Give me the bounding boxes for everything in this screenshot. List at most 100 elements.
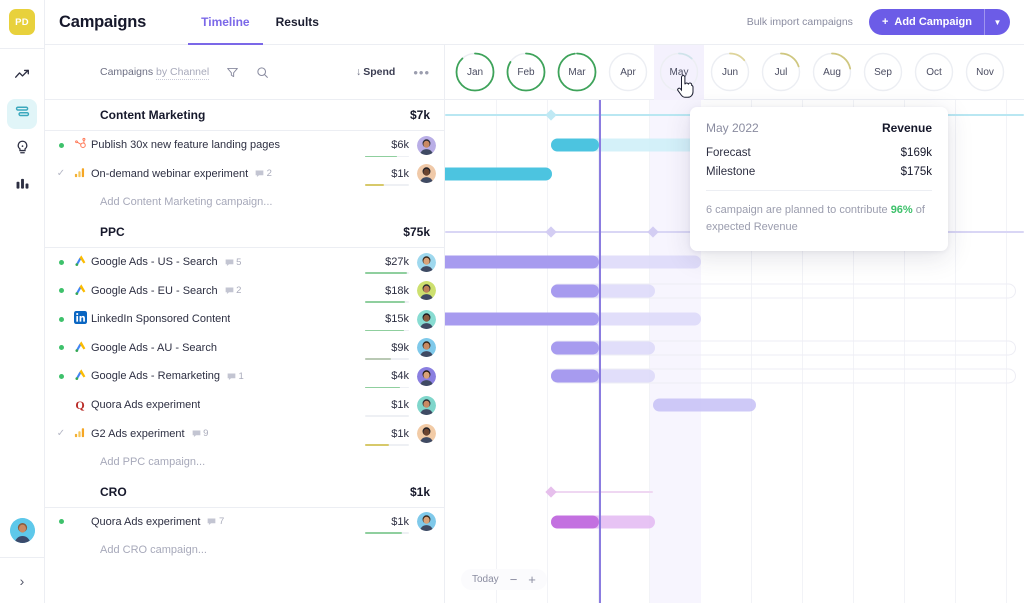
group-header[interactable]: Content Marketing $7k xyxy=(45,100,444,130)
month-apr[interactable]: Apr xyxy=(607,51,649,93)
rail-item-ideas[interactable] xyxy=(7,135,37,165)
campaign-row[interactable]: Google Ads - EU - Search 2 $18k xyxy=(45,276,444,305)
bulk-import-campaigns-link[interactable]: Bulk import campaigns xyxy=(747,16,853,28)
comment-icon xyxy=(227,373,236,381)
user-avatar[interactable] xyxy=(9,518,35,543)
month-nov[interactable]: Nov xyxy=(964,51,1006,93)
list-more-menu-icon[interactable]: ••• xyxy=(413,65,430,80)
app-header: Campaigns Timeline Results Bulk import c… xyxy=(45,0,1024,45)
chevron-down-icon[interactable]: ▼ xyxy=(984,9,1010,35)
campaign-row[interactable]: Publish 30x new feature landing pages $6… xyxy=(45,131,444,160)
assignee-avatar[interactable] xyxy=(417,424,436,444)
zoom-in-button[interactable]: + xyxy=(528,573,536,586)
campaign-bar-actual[interactable] xyxy=(551,369,599,383)
assignee-avatar[interactable] xyxy=(417,309,436,329)
tab-timeline[interactable]: Timeline xyxy=(188,0,264,45)
assignee-avatar[interactable] xyxy=(417,366,436,386)
milestone-diamond[interactable] xyxy=(545,226,557,238)
zoom-out-button[interactable]: − xyxy=(510,573,518,586)
tab-results[interactable]: Results xyxy=(263,0,332,45)
add-campaign-inline-row[interactable]: Add Content Marketing campaign... xyxy=(45,188,444,217)
tooltip-month: May 2022 xyxy=(706,121,759,135)
campaign-row[interactable]: Google Ads - US - Search 5 $27k xyxy=(45,248,444,277)
month-mar[interactable]: Mar xyxy=(556,51,598,93)
campaign-row[interactable]: ✓ G2 Ads experiment 9 $1k xyxy=(45,419,444,448)
assignee-avatar[interactable] xyxy=(417,135,436,155)
campaign-bar-actual[interactable] xyxy=(551,515,599,529)
tooltip-milestone-value: $175k xyxy=(900,166,932,178)
campaign-bar-projected[interactable] xyxy=(653,398,756,412)
campaign-bar-actual[interactable] xyxy=(445,167,552,181)
campaign-timeline-row xyxy=(445,248,1024,277)
assignee-avatar[interactable] xyxy=(417,395,436,415)
group-by-control[interactable]: Campaigns by Channel xyxy=(100,66,210,80)
month-header: Jan Feb Mar Apr May Jun Jul Aug Sep Oct … xyxy=(445,45,1024,100)
assignee-avatar[interactable] xyxy=(417,281,436,301)
row-channel xyxy=(69,368,91,384)
linkedin-icon xyxy=(73,311,87,327)
assignee-avatar[interactable] xyxy=(417,512,436,532)
campaign-bar-actual[interactable] xyxy=(551,341,599,355)
month-may[interactable]: May xyxy=(654,45,704,100)
group-header[interactable]: PPC $75k xyxy=(45,217,444,247)
month-sep[interactable]: Sep xyxy=(862,51,904,93)
comment-count[interactable]: 9 xyxy=(192,428,208,439)
lightbulb-icon xyxy=(14,139,31,161)
campaign-bar-actual[interactable] xyxy=(445,255,599,269)
add-campaign-group[interactable]: + Add Campaign ▼ xyxy=(868,9,1010,35)
group-header[interactable]: CRO $1k xyxy=(45,477,444,507)
rail-item-reports[interactable] xyxy=(7,171,37,201)
month-jan[interactable]: Jan xyxy=(454,51,496,93)
assignee-avatar[interactable] xyxy=(417,252,436,272)
comment-count[interactable]: 2 xyxy=(255,168,272,179)
month-jun[interactable]: Jun xyxy=(709,51,751,93)
rail-item-performance[interactable] xyxy=(7,63,37,93)
campaign-row[interactable]: Quora Ads experiment 7 $1k xyxy=(45,508,444,537)
campaign-bar-actual[interactable] xyxy=(445,312,599,326)
campaign-row[interactable]: ✓ On-demand webinar experiment 2 $1k xyxy=(45,160,444,189)
today-button[interactable]: Today xyxy=(472,574,499,585)
add-campaign-inline-row[interactable]: Add CRO campaign... xyxy=(45,536,444,565)
plus-icon: + xyxy=(881,16,889,28)
group-amount: $7k xyxy=(409,108,430,122)
sort-by-spend-button[interactable]: ↓ Spend xyxy=(356,66,395,78)
filter-icon[interactable] xyxy=(226,66,239,79)
campaign-bar-actual[interactable] xyxy=(551,138,599,152)
add-campaign-inline-row[interactable]: Add PPC campaign... xyxy=(45,448,444,477)
comment-count[interactable]: 1 xyxy=(227,371,244,382)
month-feb[interactable]: Feb xyxy=(505,51,547,93)
timeline-zoom-control[interactable]: Today − + xyxy=(461,569,547,590)
google-ads-icon xyxy=(74,340,87,356)
comment-count[interactable]: 2 xyxy=(225,285,241,296)
comment-count[interactable]: 5 xyxy=(225,257,241,268)
row-channel xyxy=(69,311,91,327)
assignee-avatar[interactable] xyxy=(417,164,436,184)
app-logo[interactable]: PD xyxy=(9,9,35,35)
month-jul[interactable]: Jul xyxy=(760,51,802,93)
group-amount: $75k xyxy=(403,224,430,239)
campaign-bar-actual[interactable] xyxy=(551,284,599,298)
month-aug[interactable]: Aug xyxy=(811,51,853,93)
milestone-diamond[interactable] xyxy=(647,226,659,238)
assignee-avatar[interactable] xyxy=(417,338,436,358)
add-campaign-button[interactable]: + Add Campaign xyxy=(869,9,984,35)
campaign-row[interactable]: Google Ads - AU - Search $9k xyxy=(45,334,444,363)
milestone-diamond[interactable] xyxy=(545,485,557,498)
search-icon[interactable] xyxy=(256,66,269,79)
milestone-diamond[interactable] xyxy=(545,109,557,121)
campaign-row[interactable]: LinkedIn Sponsored Content $15k xyxy=(45,305,444,334)
row-spend: $6k xyxy=(365,139,417,158)
expand-sidebar-button[interactable]: › xyxy=(0,558,45,603)
month-oct[interactable]: Oct xyxy=(913,51,955,93)
comment-count[interactable]: 7 xyxy=(207,516,224,527)
row-spend: $1k xyxy=(365,399,417,418)
group-name: Content Marketing xyxy=(100,108,206,122)
quora-icon: Q xyxy=(75,397,85,412)
rail-item-campaigns[interactable] xyxy=(7,99,37,129)
campaign-row[interactable]: Google Ads - Remarketing 1 $4k xyxy=(45,362,444,391)
campaign-name: G2 Ads experiment 9 xyxy=(91,427,209,440)
campaign-row[interactable]: Q Quora Ads experiment $1k xyxy=(45,391,444,420)
tooltip-milestone-label: Milestone xyxy=(706,166,756,178)
campaign-name: Google Ads - Remarketing 1 xyxy=(91,370,244,383)
status-check-icon: ✓ xyxy=(56,168,66,180)
